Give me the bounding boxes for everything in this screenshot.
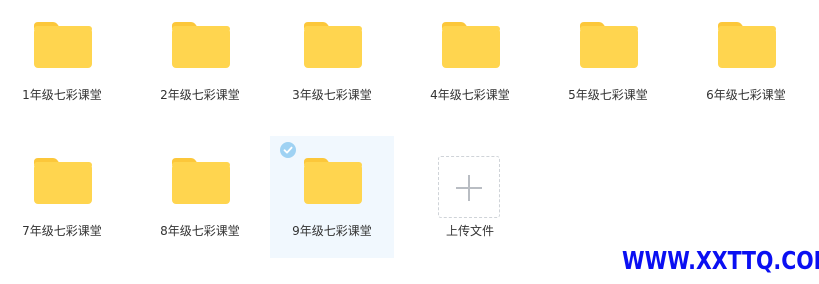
folder-icon [169, 20, 231, 70]
folder-item[interactable]: 2年级七彩课堂 [138, 0, 262, 122]
folder-icon [169, 156, 231, 206]
folder-item-selected[interactable]: 9年级七彩课堂 [270, 136, 394, 258]
folder-name: 8年级七彩课堂 [160, 224, 240, 238]
folder-item[interactable]: 8年级七彩课堂 [138, 136, 262, 258]
folder-name: 3年级七彩课堂 [292, 88, 372, 102]
folder-name: 1年级七彩课堂 [22, 88, 102, 102]
folder-item[interactable]: 1年级七彩课堂 [0, 0, 124, 122]
folder-icon [577, 20, 639, 70]
folder-name: 4年级七彩课堂 [430, 88, 510, 102]
folder-icon [715, 20, 777, 70]
folder-name: 5年级七彩课堂 [568, 88, 648, 102]
folder-name: 7年级七彩课堂 [22, 224, 102, 238]
folder-item[interactable]: 7年级七彩课堂 [0, 136, 124, 258]
file-grid: 1年级七彩课堂 2年级七彩课堂 3年级七彩课堂 4年级七彩课堂 5年级七彩课堂 … [0, 0, 819, 284]
upload-item[interactable]: 上传文件 [408, 136, 532, 258]
folder-icon [31, 20, 93, 70]
folder-item[interactable]: 4年级七彩课堂 [408, 0, 532, 122]
folder-item[interactable]: 5年级七彩课堂 [546, 0, 670, 122]
check-icon[interactable] [280, 142, 296, 158]
upload-button[interactable] [438, 156, 500, 218]
upload-label: 上传文件 [445, 224, 494, 238]
folder-name: 6年级七彩课堂 [706, 88, 786, 102]
watermark-text: WWW.XXTTQ.COM [622, 246, 819, 275]
plus-icon-vertical [468, 175, 470, 201]
folder-icon [439, 20, 501, 70]
folder-icon [301, 156, 363, 206]
folder-item[interactable]: 3年级七彩课堂 [270, 0, 394, 122]
folder-name: 9年级七彩课堂 [292, 224, 372, 238]
folder-icon [31, 156, 93, 206]
folder-icon [301, 20, 363, 70]
folder-item[interactable]: 6年级七彩课堂 [684, 0, 808, 122]
folder-name: 2年级七彩课堂 [160, 88, 240, 102]
